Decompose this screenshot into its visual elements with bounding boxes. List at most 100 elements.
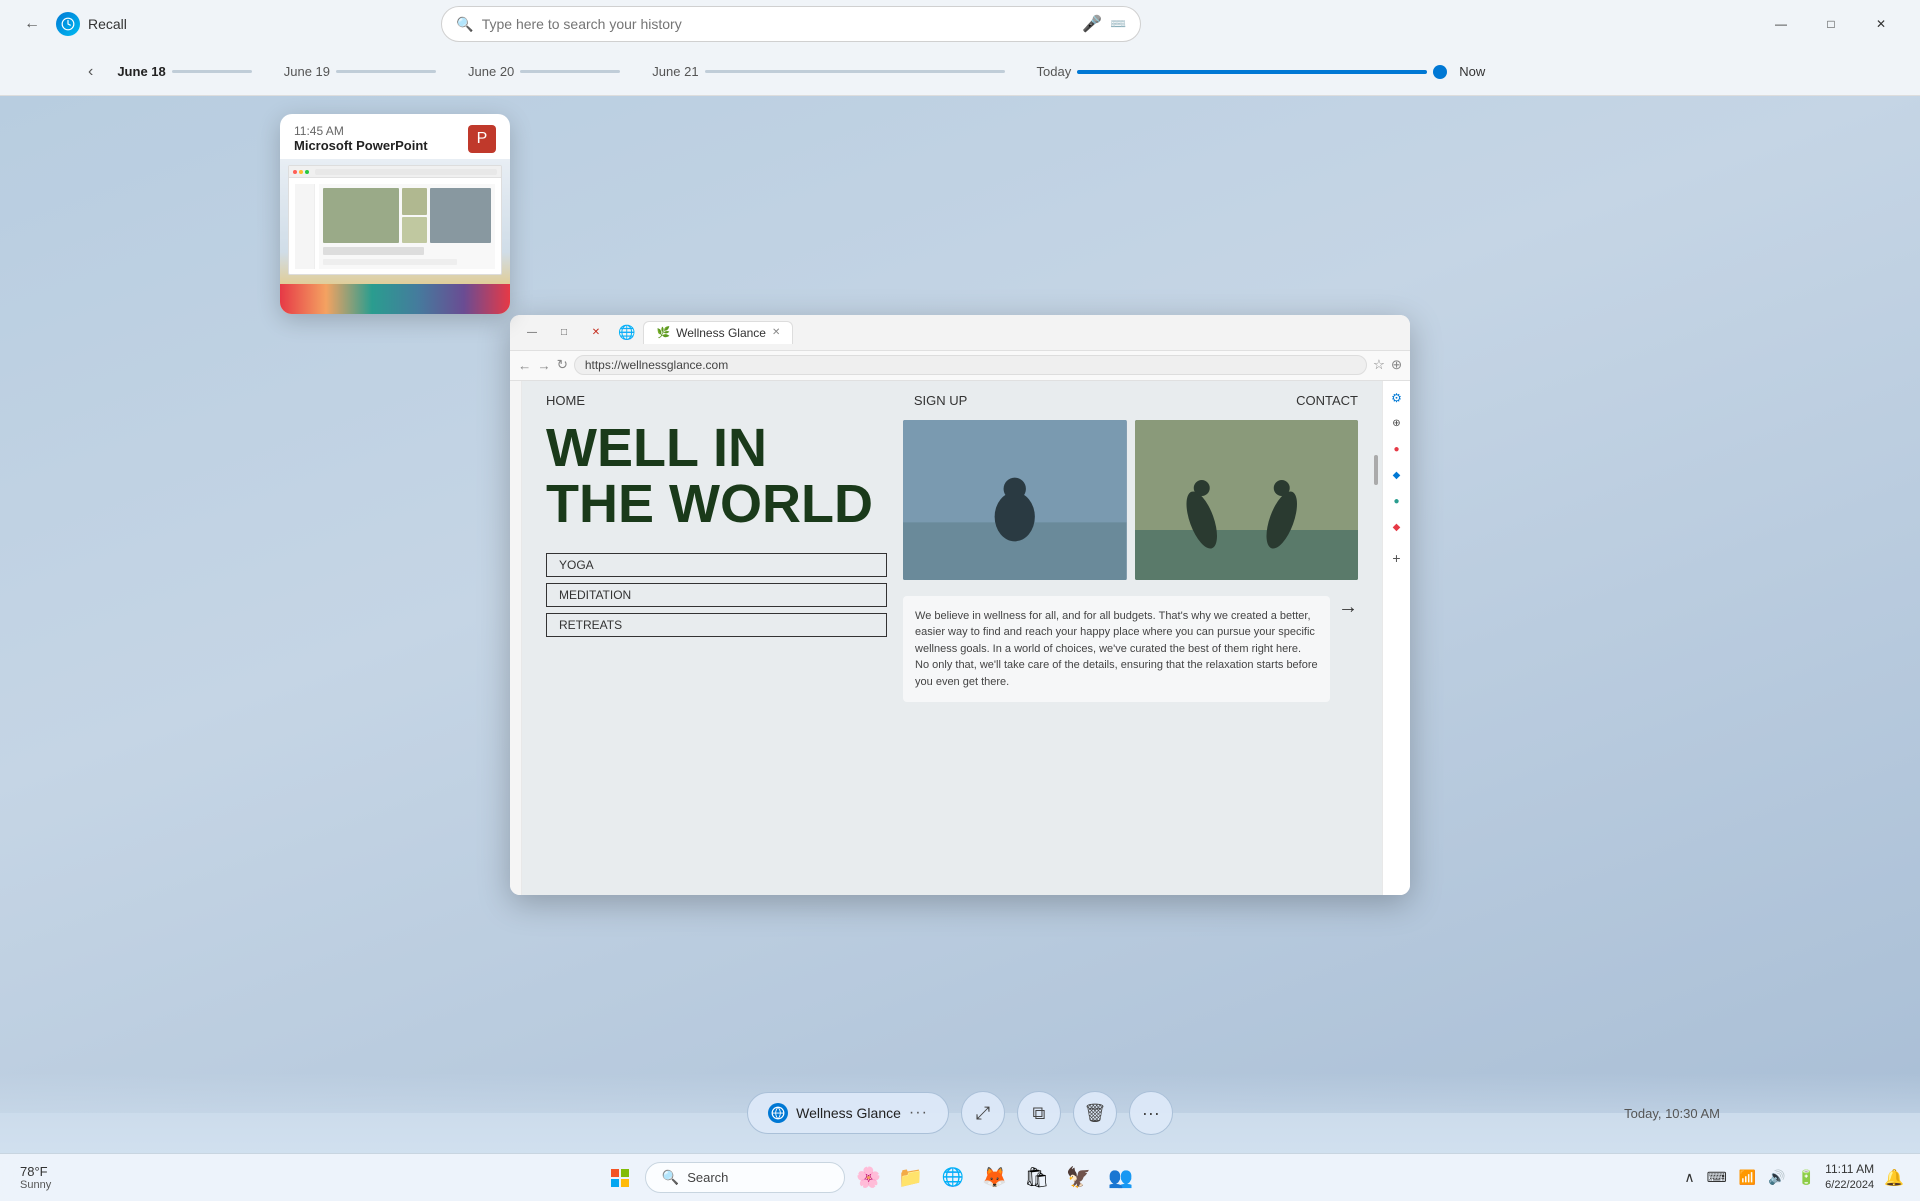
taskbar-photos-icon[interactable]: 🌸: [851, 1160, 887, 1196]
taskbar-recall-icon[interactable]: 🦅: [1061, 1160, 1097, 1196]
recall-icon: [56, 12, 80, 36]
timeline-item-june21[interactable]: June 21: [636, 64, 1020, 79]
browser-refresh-btn[interactable]: ↻: [557, 357, 568, 373]
browser-window: — □ ✕ 🌐 🌿 Wellness Glance ✕ ← → ↻ https:…: [510, 315, 1410, 895]
search-input[interactable]: [482, 16, 1074, 32]
taskbar-clock[interactable]: 11:11 AM 6/22/2024: [1825, 1161, 1874, 1193]
browser-icon: 🦊: [982, 1165, 1007, 1190]
ext-icon-3[interactable]: ●: [1386, 439, 1408, 461]
browser-tab[interactable]: 🌿 Wellness Glance ✕: [643, 321, 793, 344]
timeline-bar-june18: [172, 70, 252, 73]
pill-browser-icon: [768, 1103, 788, 1123]
photos-icon: 🌸: [856, 1165, 881, 1190]
nav-contact[interactable]: CONTACT: [1296, 393, 1358, 408]
website-hero: WELL IN THE WORLD YOGA MEDITATION RETREA…: [522, 420, 1382, 719]
taskbar-files-icon[interactable]: 📁: [893, 1160, 929, 1196]
timeline-item-june20[interactable]: June 20: [452, 64, 636, 79]
browser-forward-btn[interactable]: →: [537, 358, 550, 373]
code-button[interactable]: ⌨️: [1110, 16, 1126, 32]
website-description: We believe in wellness for all, and for …: [903, 596, 1330, 703]
ext-icon-4[interactable]: ◆: [1386, 465, 1408, 487]
app-title: Recall: [88, 16, 127, 32]
weather-condition: Sunny: [20, 1179, 51, 1191]
browser-tab-close[interactable]: ✕: [772, 327, 780, 338]
notification-bell-icon[interactable]: 🔔: [1880, 1164, 1908, 1192]
timeline-item-today[interactable]: Today Now: [1021, 64, 1502, 79]
microphone-button[interactable]: 🎤: [1082, 14, 1102, 34]
taskbar-browser2-icon[interactable]: 🦊: [977, 1160, 1013, 1196]
back-button[interactable]: ←: [16, 8, 48, 40]
expand-icon: ⤢: [976, 1103, 990, 1124]
yoga-image: [1135, 420, 1358, 580]
taskbar: 78°F Sunny 🔍 Search 🌸 📁 🌐: [0, 1153, 1920, 1201]
start-button[interactable]: [601, 1159, 639, 1197]
chevron-up-icon[interactable]: ∧: [1680, 1165, 1698, 1190]
browser-minimize-btn[interactable]: —: [518, 321, 546, 343]
weather-temperature: 78°F: [20, 1164, 48, 1179]
browser-content: HOME SIGN UP CONTACT WELL IN THE WORLD Y…: [510, 381, 1410, 895]
taskbar-store-icon[interactable]: 🛍: [1019, 1160, 1055, 1196]
taskbar-right: ∧ ⌨ 📶 🔊 🔋 11:11 AM 6/22/2024 🔔: [1668, 1161, 1920, 1193]
nav-signup[interactable]: SIGN UP: [914, 393, 967, 408]
timeline-item-june19[interactable]: June 19: [268, 64, 452, 79]
timeline-label-june21: June 21: [652, 64, 698, 79]
clock-date: 6/22/2024: [1825, 1178, 1874, 1193]
ext-add-btn[interactable]: +: [1386, 547, 1408, 569]
edge-icon: 🌐: [942, 1167, 964, 1188]
meditation-image: [903, 420, 1126, 580]
copy-button[interactable]: ⧉: [1017, 1091, 1061, 1135]
popup-time: 11:45 AM: [294, 124, 428, 138]
pill-label: Wellness Glance: [796, 1105, 901, 1121]
timeline-item-june18[interactable]: June 18: [101, 64, 267, 79]
timeline-dot: [1433, 65, 1447, 79]
taskbar-teams-icon[interactable]: 👥: [1103, 1160, 1139, 1196]
expand-button[interactable]: ⤢: [961, 1091, 1005, 1135]
ext-icon-1[interactable]: ⚙: [1386, 387, 1408, 409]
browser-maximize-btn[interactable]: □: [550, 321, 578, 343]
browser-titlebar: — □ ✕ 🌐 🌿 Wellness Glance ✕: [510, 315, 1410, 351]
pill-more-dots[interactable]: ···: [909, 1104, 928, 1122]
popup-app-icon: P: [468, 125, 496, 153]
browser-star-btn[interactable]: ☆: [1373, 357, 1385, 373]
timeline-bar-june21: [705, 70, 1005, 73]
wifi-icon[interactable]: 📶: [1735, 1165, 1760, 1190]
website-description-row: We believe in wellness for all, and for …: [903, 588, 1358, 703]
close-button[interactable]: ✕: [1858, 8, 1904, 40]
timeline-label-june20: June 20: [468, 64, 514, 79]
menu-meditation[interactable]: MEDITATION: [546, 583, 887, 607]
ext-icon-6[interactable]: ◆: [1386, 517, 1408, 539]
more-options-button[interactable]: ···: [1129, 1091, 1173, 1135]
browser-back-btn[interactable]: ←: [518, 358, 531, 373]
browser-extensions-btn[interactable]: ⊕: [1391, 357, 1402, 373]
taskbar-search-icon: 🔍: [662, 1169, 679, 1186]
timeline-back-button[interactable]: ‹: [80, 59, 101, 85]
taskbar-center: 🔍 Search 🌸 📁 🌐 🦊 🛍 🦅 👥: [71, 1159, 1668, 1197]
keyboard-icon[interactable]: ⌨: [1703, 1165, 1731, 1190]
taskbar-search[interactable]: 🔍 Search: [645, 1162, 845, 1193]
delete-button[interactable]: 🗑: [1073, 1091, 1117, 1135]
browser-scrollbar[interactable]: [1372, 441, 1380, 895]
nav-home[interactable]: HOME: [546, 393, 585, 408]
maximize-button[interactable]: □: [1808, 8, 1854, 40]
hero-heading-line2: THE WORLD: [546, 476, 887, 533]
battery-icon[interactable]: 🔋: [1794, 1165, 1819, 1190]
minimize-button[interactable]: —: [1758, 8, 1804, 40]
menu-yoga[interactable]: YOGA: [546, 553, 887, 577]
weather-widget[interactable]: 78°F Sunny: [12, 1164, 59, 1191]
popup-thumbnail[interactable]: [280, 159, 510, 314]
volume-icon[interactable]: 🔊: [1764, 1165, 1789, 1190]
ext-icon-2[interactable]: ⊕: [1386, 413, 1408, 435]
browser-close-btn[interactable]: ✕: [582, 321, 610, 343]
taskbar-edge-icon[interactable]: 🌐: [935, 1160, 971, 1196]
browser-win-controls: — □ ✕: [518, 321, 610, 343]
wellness-glance-pill[interactable]: Wellness Glance ···: [747, 1092, 949, 1134]
ppt-preview: [288, 165, 502, 275]
ext-icon-5[interactable]: ●: [1386, 491, 1408, 513]
timeline-label-june18: June 18: [117, 64, 165, 79]
scrollbar-thumb: [1374, 455, 1378, 485]
powerpoint-icon-letter: P: [477, 130, 488, 148]
menu-retreats[interactable]: RETREATS: [546, 613, 887, 637]
search-bar[interactable]: 🔍 🎤 ⌨️: [441, 6, 1141, 42]
hero-menu: YOGA MEDITATION RETREATS: [546, 553, 887, 637]
browser-url-bar[interactable]: https://wellnessglance.com: [574, 355, 1367, 375]
